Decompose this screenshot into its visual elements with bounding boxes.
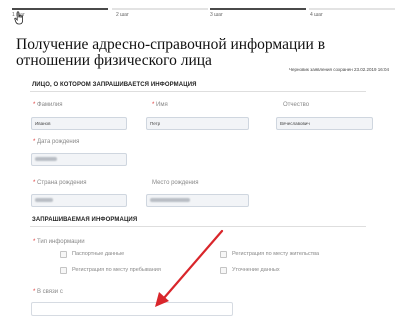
name-label: * Имя [152, 102, 168, 108]
section-divider [30, 226, 366, 227]
data-clarification-checkbox[interactable] [220, 267, 227, 274]
step-3-label[interactable]: 3 шаг [210, 12, 223, 18]
birth-date-label: * Дата рождения [33, 139, 80, 145]
redacted-value [35, 198, 53, 202]
page-title: Получение адресно-справочной информации … [16, 36, 326, 69]
passport-data-checkbox[interactable] [60, 251, 67, 258]
birth-place-label: Место рождения [152, 180, 199, 186]
info-type-label: * Тип информации [33, 239, 85, 245]
birth-date-input[interactable] [31, 153, 127, 166]
step-3-bar [210, 8, 306, 10]
section-divider [30, 91, 366, 92]
request-section-heading: ЗАПРАШИВАЕМАЯ ИНФОРМАЦИЯ [32, 217, 138, 223]
step-4-bar [309, 8, 395, 10]
step-2-bar [112, 8, 208, 10]
patronymic-input[interactable]: Вячеславович [276, 117, 373, 130]
stay-registration-checkbox[interactable] [60, 267, 67, 274]
step-4-label[interactable]: 4 шаг [310, 12, 323, 18]
data-clarification-label: Уточнение данных [232, 267, 280, 273]
passport-data-label: Паспортные данные [72, 251, 125, 257]
reason-label: * В связи с [33, 289, 63, 295]
step-1-bar [12, 8, 108, 10]
stay-registration-label: Регистрация по месту пребывания [72, 267, 161, 273]
hand-pointer-icon [14, 11, 23, 25]
draft-saved-note: Черновик заявления сохранен 23.02.2019 1… [289, 67, 389, 72]
redacted-value [150, 198, 190, 202]
residence-registration-label: Регистрация по месту жительства [232, 251, 320, 257]
redacted-value [35, 157, 57, 161]
birth-country-input[interactable] [31, 194, 127, 207]
arrow-shaft [162, 229, 224, 300]
patronymic-label: Отчество [283, 102, 310, 108]
surname-input[interactable]: Иванов [31, 117, 127, 130]
reason-input[interactable] [31, 302, 233, 316]
residence-registration-checkbox[interactable] [220, 251, 227, 258]
step-indicator: 1 шаг 2 шаг 3 шаг 4 шаг [0, 0, 399, 22]
birth-country-label: * Страна рождения [33, 180, 87, 186]
birth-place-input[interactable] [146, 194, 249, 207]
surname-label: * Фамилия [33, 102, 63, 108]
step-2-label[interactable]: 2 шаг [116, 12, 129, 18]
person-section-heading: ЛИЦО, О КОТОРОМ ЗАПРАШИВАЕТСЯ ИНФОРМАЦИЯ [32, 82, 197, 88]
name-input[interactable]: Петр [146, 117, 249, 130]
